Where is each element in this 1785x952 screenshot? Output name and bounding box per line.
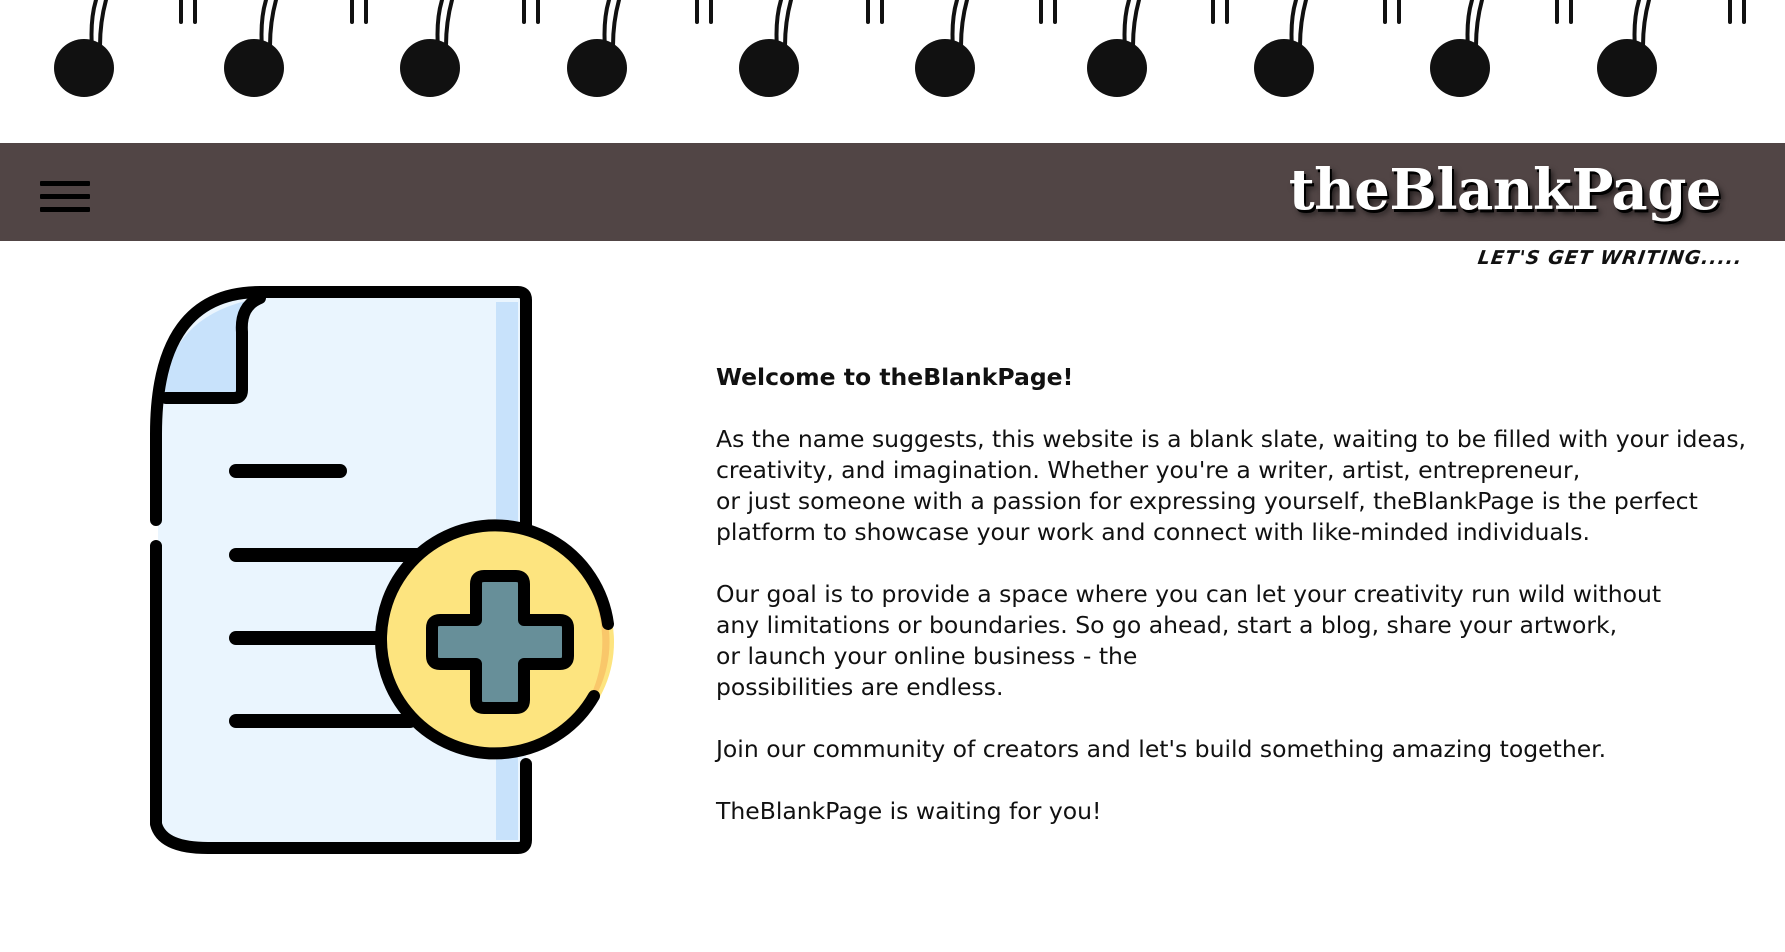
menu-line bbox=[40, 207, 90, 212]
paragraph-line: platform to showcase your work and conne… bbox=[716, 518, 1591, 546]
spiral-wire bbox=[1131, 0, 1141, 48]
community-paragraph: Join our community of creators and let's… bbox=[716, 735, 1607, 763]
spiral-hole bbox=[567, 39, 627, 97]
paragraph-line: or launch your online business - the bbox=[716, 642, 1138, 670]
spiral-hole bbox=[915, 39, 975, 97]
paragraph-line: Our goal is to provide a space where you… bbox=[716, 580, 1662, 608]
tagline: LET'S GET WRITING..... bbox=[1476, 247, 1745, 269]
spiral-wire bbox=[1298, 0, 1308, 48]
paragraph-line: As the name suggests, this website is a … bbox=[716, 425, 1747, 453]
spiral-hole bbox=[54, 39, 114, 97]
spiral-wire bbox=[611, 0, 621, 48]
spiral-wire bbox=[783, 0, 793, 48]
spiral-wire bbox=[1474, 0, 1484, 48]
paragraph-line: creativity, and imagination. Whether you… bbox=[716, 456, 1581, 484]
page: theBlankPage LET'S GET WRITING..... Welc… bbox=[0, 0, 1785, 952]
paragraph-line: any limitations or boundaries. So go ahe… bbox=[716, 611, 1618, 639]
spiral-wire bbox=[959, 0, 969, 48]
paragraph-line: or just someone with a passion for expre… bbox=[716, 487, 1698, 515]
spiral-hole bbox=[224, 39, 284, 97]
welcome-content: Welcome to theBlankPage! As the name sug… bbox=[716, 362, 1766, 858]
paragraph-line: possibilities are endless. bbox=[716, 673, 1004, 701]
intro-paragraph: As the name suggests, this website is a … bbox=[716, 424, 1766, 548]
spiral-wire bbox=[268, 0, 278, 48]
welcome-heading: Welcome to theBlankPage! bbox=[716, 363, 1074, 391]
spiral-hole bbox=[739, 39, 799, 97]
site-logo[interactable]: theBlankPage bbox=[1289, 157, 1722, 223]
spiral-hole bbox=[1597, 39, 1657, 97]
spiral-hole bbox=[1430, 39, 1490, 97]
hamburger-menu-icon[interactable] bbox=[40, 181, 90, 217]
goal-paragraph: Our goal is to provide a space where you… bbox=[716, 579, 1766, 703]
spiral-wire bbox=[98, 0, 108, 48]
header-bar: theBlankPage bbox=[0, 143, 1785, 241]
spiral-hole bbox=[400, 39, 460, 97]
menu-line bbox=[40, 181, 90, 186]
spiral-binding bbox=[0, 0, 1785, 143]
menu-line bbox=[40, 194, 90, 199]
spiral-hole bbox=[1087, 39, 1147, 97]
spiral-wire bbox=[1641, 0, 1651, 48]
spiral-hole bbox=[1254, 39, 1314, 97]
add-document-icon bbox=[150, 286, 614, 854]
spiral-wire bbox=[444, 0, 454, 48]
closing-paragraph: TheBlankPage is waiting for you! bbox=[716, 797, 1102, 825]
